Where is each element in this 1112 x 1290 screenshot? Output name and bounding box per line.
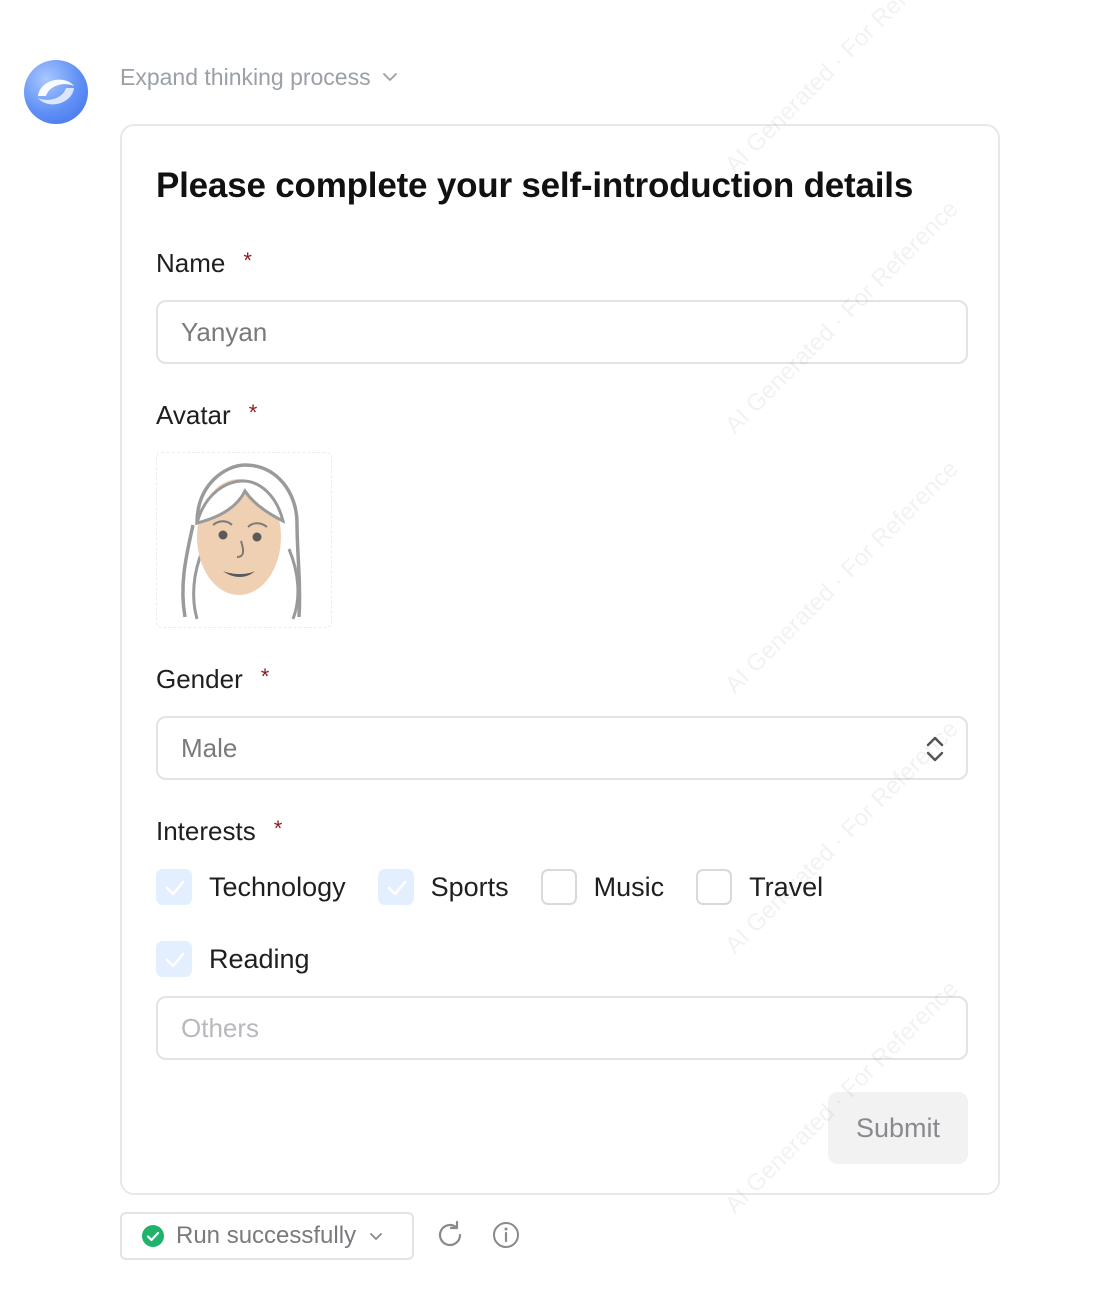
select-updown-icon — [926, 736, 944, 762]
interest-option-reading[interactable]: Reading — [156, 941, 310, 977]
others-input-placeholder: Others — [181, 1012, 260, 1043]
interests-label: Interests * — [156, 816, 283, 846]
name-input-value: Yanyan — [181, 316, 268, 347]
gender-select[interactable]: Male — [156, 716, 968, 780]
gender-select-value: Male — [181, 732, 238, 763]
interest-option-music[interactable]: Music — [540, 869, 665, 905]
avatar-image — [181, 463, 302, 620]
check-icon — [165, 880, 185, 896]
assistant-avatar — [24, 60, 88, 124]
chat-page: Expand thinking process Please complete … — [0, 0, 1112, 1290]
run-status-dropdown[interactable]: Run successfully — [120, 1212, 414, 1260]
info-icon[interactable] — [491, 1220, 521, 1250]
chevron-down-icon — [370, 1233, 382, 1240]
refresh-icon[interactable] — [435, 1220, 465, 1250]
interest-label: Sports — [430, 871, 509, 902]
checkbox-checked[interactable] — [377, 869, 414, 905]
check-icon — [165, 952, 185, 968]
interest-label: Travel — [749, 871, 824, 902]
interest-option-travel[interactable]: Travel — [696, 869, 823, 905]
checkbox-unchecked[interactable] — [696, 869, 733, 905]
interest-option-technology[interactable]: Technology — [156, 869, 346, 905]
interests-row-1: Technology Sports Music Travel — [156, 869, 855, 905]
required-mark: * — [248, 400, 258, 425]
required-mark: * — [243, 248, 252, 273]
interest-label: Reading — [209, 943, 310, 974]
checkbox-unchecked[interactable] — [540, 869, 577, 905]
avatar-upload[interactable] — [156, 452, 332, 628]
form-title: Please complete your self-introduction d… — [156, 166, 914, 205]
self-intro-form-card: Please complete your self-introduction d… — [120, 124, 1000, 1195]
checkbox-checked[interactable] — [156, 869, 192, 905]
checkbox-checked[interactable] — [156, 941, 192, 977]
others-input[interactable]: Others — [156, 996, 968, 1060]
interest-label: Technology — [209, 871, 346, 902]
avatar-label: Avatar * — [156, 400, 258, 430]
name-label: Name * — [156, 248, 252, 278]
gender-label: Gender * — [156, 664, 270, 694]
interests-row-2: Reading — [156, 941, 342, 977]
name-input[interactable]: Yanyan — [156, 300, 968, 364]
run-status-label: Run successfully — [176, 1222, 357, 1249]
required-mark: * — [273, 816, 283, 841]
expand-thinking-toggle[interactable]: Expand thinking process — [120, 62, 399, 92]
interest-label: Music — [593, 871, 665, 902]
required-mark: * — [260, 664, 270, 689]
interest-option-sports[interactable]: Sports — [377, 869, 509, 905]
expand-thinking-label: Expand thinking process — [120, 63, 371, 90]
chevron-down-icon — [382, 73, 397, 81]
success-check-icon — [142, 1225, 164, 1247]
submit-button[interactable]: Submit — [828, 1092, 968, 1164]
check-icon — [387, 880, 406, 896]
